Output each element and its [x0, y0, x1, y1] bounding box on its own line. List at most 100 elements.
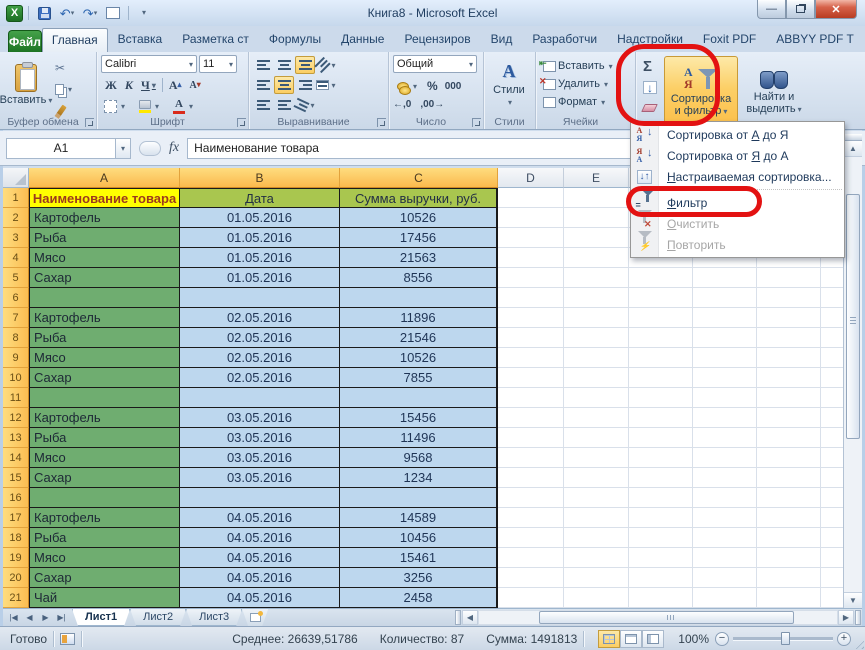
cell-B17[interactable]: 04.05.2016	[180, 508, 340, 528]
row-header-10[interactable]: 10	[3, 368, 29, 388]
cell-A15[interactable]: Сахар	[29, 468, 180, 488]
datasheet-button[interactable]	[103, 4, 123, 22]
column-header-D[interactable]: D	[498, 168, 564, 188]
cell-A19[interactable]: Мясо	[29, 548, 180, 568]
scroll-right-button[interactable]: ▶	[838, 610, 854, 625]
align-bottom-button[interactable]	[295, 56, 315, 74]
cell-E13[interactable]	[564, 428, 629, 448]
tab-Данные[interactable]: Данные	[331, 27, 394, 52]
tab-ABBYY PDF T[interactable]: ABBYY PDF T	[766, 27, 864, 52]
cell-C14[interactable]: 9568	[340, 448, 498, 468]
cell-C6[interactable]	[340, 288, 498, 308]
excel-logo-icon[interactable]: X	[6, 5, 23, 22]
cell-C20[interactable]: 3256	[340, 568, 498, 588]
vertical-split-handle[interactable]	[844, 134, 862, 141]
menu-item-настраиваемаясортировка[interactable]: ↓↑Настраиваемая сортировка...	[631, 166, 844, 187]
cell-E15[interactable]	[564, 468, 629, 488]
align-right-button[interactable]	[295, 76, 315, 94]
row-header-8[interactable]: 8	[3, 328, 29, 348]
cell-B19[interactable]: 04.05.2016	[180, 548, 340, 568]
redo-button[interactable]: ↷▾	[80, 4, 100, 22]
cell-E5[interactable]	[564, 268, 629, 288]
column-header-A[interactable]: A	[29, 168, 180, 188]
tab-Главная[interactable]: Главная	[42, 28, 108, 52]
cell-A21[interactable]: Чай	[29, 588, 180, 608]
cell-A12[interactable]: Картофель	[29, 408, 180, 428]
cell-B6[interactable]	[180, 288, 340, 308]
cell-B13[interactable]: 03.05.2016	[180, 428, 340, 448]
cell-C10[interactable]: 7855	[340, 368, 498, 388]
cell-D17[interactable]	[498, 508, 564, 528]
merge-center-button[interactable]	[316, 76, 336, 94]
cell-E18[interactable]	[564, 528, 629, 548]
tab-Foxit PDF[interactable]: Foxit PDF	[693, 27, 766, 52]
cell-A3[interactable]: Рыба	[29, 228, 180, 248]
cell-E7[interactable]	[564, 308, 629, 328]
zoom-in-button[interactable]: +	[837, 632, 851, 646]
cell-D19[interactable]	[498, 548, 564, 568]
row-header-7[interactable]: 7	[3, 308, 29, 328]
scroll-up-button[interactable]: ▲	[844, 141, 862, 157]
cell-C15[interactable]: 1234	[340, 468, 498, 488]
cell-D7[interactable]	[498, 308, 564, 328]
increase-decimal-button[interactable]: ←,0	[393, 99, 411, 110]
formula-bar-handle[interactable]	[139, 141, 161, 156]
cell-D21[interactable]	[498, 588, 564, 608]
cell-C7[interactable]: 11896	[340, 308, 498, 328]
number-dialog-launcher[interactable]	[472, 118, 481, 127]
zoom-level[interactable]: 100%	[678, 632, 709, 646]
cell-E17[interactable]	[564, 508, 629, 528]
cell-E8[interactable]	[564, 328, 629, 348]
tab-Вставка[interactable]: Вставка	[108, 27, 173, 52]
number-format-select[interactable]: Общий▾	[393, 55, 477, 73]
autosum-button[interactable]: Σ	[640, 58, 660, 75]
fill-button[interactable]: ↓	[640, 80, 660, 95]
italic-button[interactable]: К	[121, 76, 137, 94]
cell-D1[interactable]	[498, 188, 564, 208]
cell-E2[interactable]	[564, 208, 629, 228]
insert-function-button[interactable]: fx	[169, 140, 179, 156]
cell-C16[interactable]	[340, 488, 498, 508]
cell-E21[interactable]	[564, 588, 629, 608]
row-header-11[interactable]: 11	[3, 388, 29, 408]
customize-qat-button[interactable]: ▾	[134, 4, 154, 22]
cell-A6[interactable]	[29, 288, 180, 308]
cell-E20[interactable]	[564, 568, 629, 588]
sheet-tab-Лист2[interactable]: Лист2	[130, 609, 186, 626]
cell-B9[interactable]: 02.05.2016	[180, 348, 340, 368]
paste-button[interactable]: Вставить	[4, 55, 48, 115]
cell-B10[interactable]: 02.05.2016	[180, 368, 340, 388]
row-header-2[interactable]: 2	[3, 208, 29, 228]
cell-C21[interactable]: 2458	[340, 588, 498, 608]
cell-E16[interactable]	[564, 488, 629, 508]
cell-C2[interactable]: 10526	[340, 208, 498, 228]
cell-C17[interactable]: 14589	[340, 508, 498, 528]
cell-B2[interactable]: 01.05.2016	[180, 208, 340, 228]
align-middle-button[interactable]	[274, 56, 294, 74]
cell-E14[interactable]	[564, 448, 629, 468]
styles-button[interactable]: А Стили	[488, 55, 530, 113]
cell-B11[interactable]	[180, 388, 340, 408]
cell-A18[interactable]: Рыба	[29, 528, 180, 548]
name-box-dropdown[interactable]: ▾	[116, 138, 131, 159]
cell-A9[interactable]: Мясо	[29, 348, 180, 368]
sheet-tab-Лист3[interactable]: Лист3	[186, 609, 242, 626]
cell-B3[interactable]: 01.05.2016	[180, 228, 340, 248]
cell-D11[interactable]	[498, 388, 564, 408]
row-header-19[interactable]: 19	[3, 548, 29, 568]
tab-file[interactable]: Файл	[8, 30, 42, 52]
cell-B14[interactable]: 03.05.2016	[180, 448, 340, 468]
tab-Рецензиров[interactable]: Рецензиров	[394, 27, 480, 52]
page-layout-view-button[interactable]	[620, 630, 642, 648]
cell-A16[interactable]	[29, 488, 180, 508]
cell-C12[interactable]: 15456	[340, 408, 498, 428]
horizontal-scrollbar[interactable]	[478, 610, 838, 625]
cell-E3[interactable]	[564, 228, 629, 248]
font-color-button[interactable]: А	[170, 97, 196, 115]
cell-D15[interactable]	[498, 468, 564, 488]
cell-D5[interactable]	[498, 268, 564, 288]
name-box[interactable]: A1	[6, 138, 116, 159]
font-name-select[interactable]: Calibri▾	[101, 55, 197, 73]
cell-B4[interactable]: 01.05.2016	[180, 248, 340, 268]
row-header-1[interactable]: 1	[3, 188, 29, 208]
